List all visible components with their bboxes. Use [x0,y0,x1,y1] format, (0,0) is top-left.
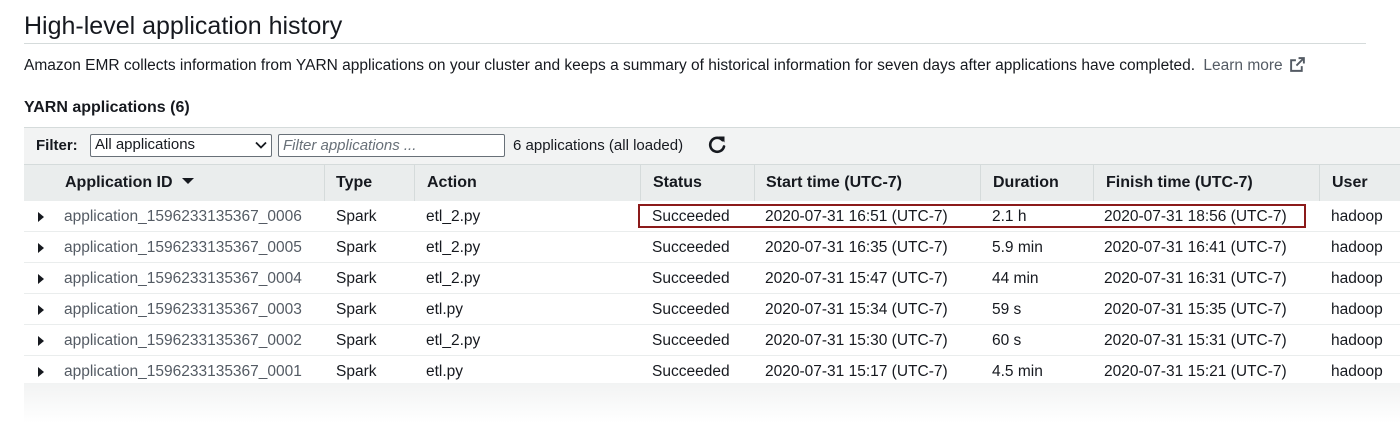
highlight-box [638,204,1306,228]
caret-right-icon[interactable] [37,366,45,378]
status-cell: Succeeded [652,332,730,349]
user-cell: hadoop [1331,239,1383,256]
user-cell: hadoop [1331,363,1383,380]
application-id-link[interactable]: application_1596233135367_0003 [64,301,302,319]
table-row: application_1596233135367_0002 Spark etl… [24,325,1400,356]
column-header-status[interactable]: Status [653,174,702,192]
duration-cell: 60 s [992,332,1022,349]
user-cell: hadoop [1331,270,1383,287]
panel-bottom-shadow [24,383,1400,423]
column-header-finish-time[interactable]: Finish time (UTC-7) [1106,174,1253,192]
column-header-type[interactable]: Type [336,174,372,192]
type-cell: Spark [336,363,377,380]
application-id-link[interactable]: application_1596233135367_0002 [64,332,302,350]
filter-input[interactable] [278,134,505,157]
column-header-start-time[interactable]: Start time (UTC-7) [766,174,902,192]
action-cell: etl_2.py [426,208,481,225]
status-cell: Succeeded [652,239,730,256]
finish-time-cell: 2020-07-31 15:21 (UTC-7) [1104,363,1287,380]
filter-select[interactable]: All applications [90,134,272,157]
column-divider [414,165,415,201]
finish-time-cell: 2020-07-31 15:31 (UTC-7) [1104,332,1287,349]
type-cell: Spark [336,332,377,349]
caret-right-icon[interactable] [37,273,45,285]
start-time-cell: 2020-07-31 15:47 (UTC-7) [765,270,948,287]
column-divider [324,165,325,201]
type-cell: Spark [336,239,377,256]
column-label: Application ID [65,174,173,191]
start-time-cell: 2020-07-31 15:17 (UTC-7) [765,363,948,380]
action-cell: etl.py [426,363,464,380]
column-header-user[interactable]: User [1332,174,1368,192]
description-text: Amazon EMR collects information from YAR… [24,57,1196,74]
column-divider [1319,165,1320,201]
type-cell: Spark [336,208,377,225]
type-cell: Spark [336,301,377,318]
user-cell: hadoop [1331,301,1383,318]
start-time-cell: 2020-07-31 16:35 (UTC-7) [765,239,948,256]
caret-right-icon[interactable] [37,242,45,254]
finish-time-cell: 2020-07-31 16:31 (UTC-7) [1104,270,1287,287]
filter-label: Filter: [36,137,78,154]
table-row: application_1596233135367_0004 Spark etl… [24,263,1400,294]
refresh-icon[interactable] [706,134,728,156]
finish-time-cell: 2020-07-31 15:35 (UTC-7) [1104,301,1287,318]
action-cell: etl_2.py [426,332,481,349]
table-header: Application ID Type Action Status Start … [24,164,1400,202]
applications-panel: Filter: All applications 6 applications … [24,127,1400,416]
action-cell: etl_2.py [426,270,481,287]
filter-bar: Filter: All applications 6 applications … [24,128,1400,164]
column-header-action[interactable]: Action [427,174,477,192]
status-cell: Succeeded [652,363,730,380]
action-cell: etl.py [426,301,464,318]
column-header-application-id[interactable]: Application ID [65,174,195,192]
page-description: Amazon EMR collects information from YAR… [24,56,1306,75]
status-cell: Succeeded [652,301,730,318]
column-header-duration[interactable]: Duration [993,174,1059,192]
column-divider [640,165,641,201]
duration-cell: 4.5 min [992,363,1043,380]
table-row: application_1596233135367_0003 Spark etl… [24,294,1400,325]
learn-more-label: Learn more [1203,57,1283,74]
application-id-link[interactable]: application_1596233135367_0006 [64,208,302,226]
filter-select-value: All applications [95,136,196,153]
application-id-link[interactable]: application_1596233135367_0001 [64,363,302,381]
chevron-down-icon [255,141,267,149]
title-divider [24,43,1366,44]
section-title: YARN applications (6) [24,99,190,116]
column-divider [1093,165,1094,201]
caret-right-icon[interactable] [37,304,45,316]
user-cell: hadoop [1331,332,1383,349]
status-cell: Succeeded [652,270,730,287]
action-cell: etl_2.py [426,239,481,256]
application-id-link[interactable]: application_1596233135367_0004 [64,270,302,288]
type-cell: Spark [336,270,377,287]
application-id-link[interactable]: application_1596233135367_0005 [64,239,302,257]
applications-count: 6 applications (all loaded) [513,137,684,154]
duration-cell: 44 min [992,270,1039,287]
table-row: application_1596233135367_0005 Spark etl… [24,232,1400,263]
caret-right-icon[interactable] [37,335,45,347]
column-divider [980,165,981,201]
external-link-icon [1289,57,1305,72]
column-divider [754,165,755,201]
duration-cell: 5.9 min [992,239,1043,256]
start-time-cell: 2020-07-31 15:34 (UTC-7) [765,301,948,318]
duration-cell: 59 s [992,301,1022,318]
finish-time-cell: 2020-07-31 16:41 (UTC-7) [1104,239,1287,256]
sort-descending-icon [181,178,194,184]
caret-right-icon[interactable] [37,211,45,223]
user-cell: hadoop [1331,208,1383,225]
page-title: High-level application history [24,12,343,40]
learn-more-link[interactable]: Learn more [1203,57,1305,74]
start-time-cell: 2020-07-31 15:30 (UTC-7) [765,332,948,349]
